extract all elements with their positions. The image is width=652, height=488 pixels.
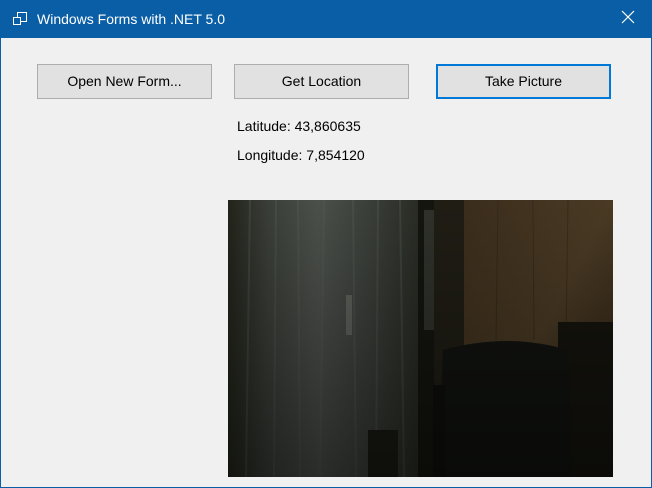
latitude-label: Latitude: 43,860635 — [237, 118, 361, 134]
main-window: Windows Forms with .NET 5.0 Open New For… — [0, 0, 652, 488]
longitude-label: Longitude: 7,854120 — [237, 147, 365, 163]
take-picture-button[interactable]: Take Picture — [436, 64, 611, 99]
close-button[interactable] — [605, 1, 651, 38]
camera-photo — [228, 200, 613, 477]
camera-picture-box — [228, 200, 613, 477]
title-bar[interactable]: Windows Forms with .NET 5.0 — [1, 1, 651, 38]
close-icon — [621, 10, 635, 29]
form-client-area: Open New Form... Get Location Take Pictu… — [1, 38, 651, 487]
windows-forms-app-icon — [12, 11, 28, 27]
window-title: Windows Forms with .NET 5.0 — [37, 11, 226, 27]
open-new-form-button[interactable]: Open New Form... — [37, 64, 212, 99]
get-location-button[interactable]: Get Location — [234, 64, 409, 99]
